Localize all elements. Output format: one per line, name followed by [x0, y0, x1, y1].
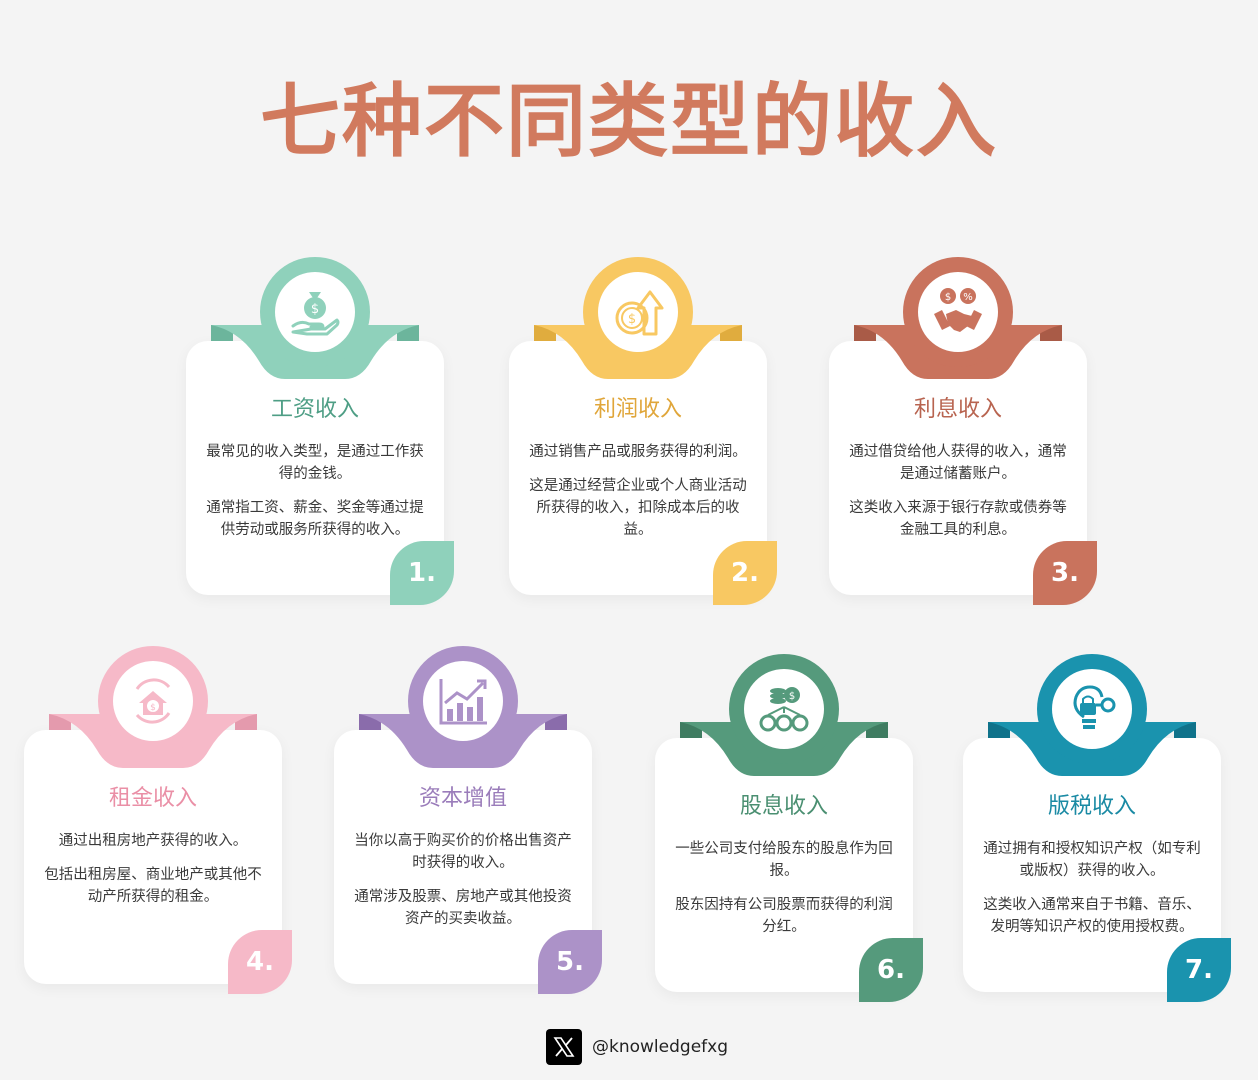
card-title: 工资收入 — [270, 397, 359, 422]
svg-text:$: $ — [789, 691, 795, 702]
money-bag-hand-icon: $ — [291, 292, 340, 336]
card-description: 当你以高于购买价的价格出售资产时获得的收入。 通常涉及股票、房地产或其他投资资产… — [354, 833, 572, 927]
card-royalty-income: 版税收入 通过拥有和授权知识产权（如专利或版权）获得的收入。 这类收入通常来自于… — [963, 654, 1231, 1002]
coin-growth-arrow-icon: $ — [615, 290, 664, 336]
card-number: 6. — [859, 938, 923, 1002]
house-cycle-icon: $ — [135, 678, 171, 724]
card-badge — [1037, 654, 1147, 764]
card-description: 通过出租房地产获得的收入。 包括出租房屋、商业地产或其他不动产所获得的租金。 — [44, 833, 262, 905]
card-number: 7. — [1167, 938, 1231, 1002]
card-title: 资本增值 — [418, 786, 507, 811]
card-badge: $ — [98, 646, 208, 756]
card-description: 最常见的收入类型，是通过工作获得的金钱。 通常指工资、薪金、奖金等通过提供劳动或… — [206, 444, 424, 538]
svg-text:$: $ — [150, 703, 156, 713]
svg-text:$: $ — [945, 292, 951, 303]
bulb-lock-key-icon — [1073, 685, 1116, 729]
card-interest-income: $ % 利息收入 通过借贷给他人获得的收入，通常是通过储蓄账户。 这类收入来源于… — [829, 257, 1097, 605]
card-profit-income: $ 利润收入 通过销售产品或服务获得的利润。 这是通过经营企业或个人商业活动所获… — [509, 257, 777, 605]
card-title: 股息收入 — [739, 794, 828, 819]
card-number: 2. — [713, 541, 777, 605]
card-description: 通过借贷给他人获得的收入，通常是通过储蓄账户。 这类收入来源于银行存款或债券等金… — [849, 444, 1067, 538]
card-badge: $ — [729, 654, 839, 764]
page-title: 七种不同类型的收入 — [260, 75, 998, 168]
card-title: 租金收入 — [108, 786, 197, 811]
card-badge: $ — [583, 257, 693, 367]
card-number: 3. — [1033, 541, 1097, 605]
card-capital-gain: 资本增值 当你以高于购买价的价格出售资产时获得的收入。 通常涉及股票、房地产或其… — [334, 646, 602, 994]
x-logo-icon — [546, 1029, 582, 1065]
card-number: 4. — [228, 930, 292, 994]
card-title: 版税收入 — [1047, 794, 1136, 819]
svg-text:$: $ — [628, 312, 636, 327]
card-title: 利润收入 — [593, 397, 682, 422]
card-rental-income: $ 租金收入 通过出租房地产获得的收入。 包括出租房屋、商业地产或其他不动产所获… — [24, 646, 292, 994]
card-description: 通过拥有和授权知识产权（如专利或版权）获得的收入。 这类收入通常来自于书籍、音乐… — [983, 841, 1201, 935]
card-dividend-income: $ 股息收入 一些公司支付给股东的股息作为回报。 股东因持有公司股票而获得的利润… — [655, 654, 923, 1002]
social-handle[interactable]: @knowledgefxg — [592, 1037, 728, 1057]
footer-social: @knowledgefxg — [546, 1028, 728, 1066]
svg-text:%: % — [963, 292, 973, 303]
card-badge: $ — [260, 257, 370, 367]
handshake-percent-icon: $ % — [934, 288, 982, 332]
card-salary-income: $ 工资收入 最常见的收入类型，是通过工作获得的金钱。 通常指工资、薪金、奖金等… — [186, 257, 454, 605]
card-description: 一些公司支付给股东的股息作为回报。 股东因持有公司股票而获得的利润分红。 — [675, 841, 893, 935]
card-title: 利息收入 — [913, 397, 1002, 422]
card-number: 5. — [538, 930, 602, 994]
card-badge: $ % — [903, 257, 1013, 367]
card-description: 通过销售产品或服务获得的利润。 这是通过经营企业或个人商业活动所获得的收入，扣除… — [529, 444, 747, 538]
dividend-distribution-icon: $ — [759, 687, 809, 732]
card-badge — [408, 646, 518, 756]
growth-chart-icon — [439, 679, 487, 725]
card-number: 1. — [390, 541, 454, 605]
svg-text:$: $ — [311, 302, 319, 317]
